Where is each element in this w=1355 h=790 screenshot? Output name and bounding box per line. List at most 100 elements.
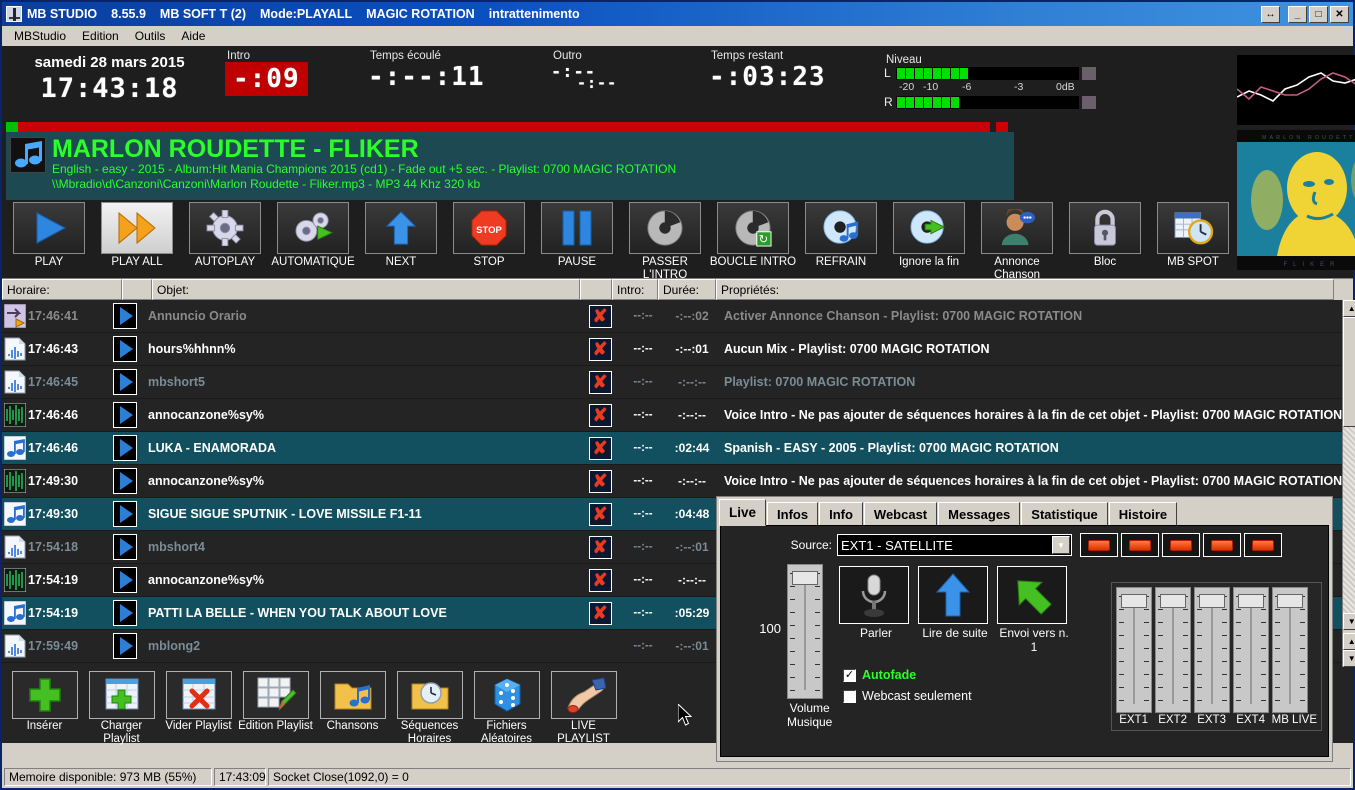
minimize-button[interactable]: _ xyxy=(1288,5,1307,23)
led-button-2[interactable] xyxy=(1121,533,1159,557)
row-delete-button[interactable]: ✘ xyxy=(578,370,622,394)
row-delete-button[interactable]: ✘ xyxy=(578,535,622,559)
ignore-fin-button[interactable]: Ignore la fin xyxy=(885,202,973,269)
table-row[interactable]: 17:46:41 Annuncio Orario ✘ --:-- -:--:02 Acti… xyxy=(2,300,1343,333)
play-button[interactable]: PLAY xyxy=(5,202,93,269)
menu-item-mbstudio[interactable]: MBStudio xyxy=(6,27,74,45)
row-delete-button[interactable]: ✘ xyxy=(578,601,622,625)
row-delete-button[interactable]: ✘ xyxy=(578,502,622,526)
row-play-button[interactable] xyxy=(102,402,148,428)
menu-item-outils[interactable]: Outils xyxy=(127,27,174,45)
row-delete-button[interactable]: ✘ xyxy=(578,568,622,592)
led-button-5[interactable] xyxy=(1244,533,1282,557)
passer-intro-button[interactable]: PASSER L'INTRO xyxy=(621,202,709,282)
column-horaire[interactable]: Horaire: xyxy=(2,279,122,300)
inserer-button[interactable]: Insérer xyxy=(6,671,83,743)
pause-button[interactable]: PAUSE xyxy=(533,202,621,269)
ext-fader-ext2[interactable]: EXT2 xyxy=(1154,587,1191,726)
table-row[interactable]: 17:46:46 LUKA - ENAMORADA ✘ --:--:02:44 Span… xyxy=(2,432,1343,465)
row-delete-button[interactable]: ✘ xyxy=(578,436,622,460)
scroll-page-down-button[interactable]: ▼ xyxy=(1343,650,1355,667)
chansons-button[interactable]: Chansons xyxy=(314,671,391,743)
tab-messages[interactable]: Messages xyxy=(938,502,1021,526)
row-delete-button[interactable]: ✘ xyxy=(578,469,622,493)
row-play-button[interactable] xyxy=(102,369,148,395)
row-play-button[interactable] xyxy=(102,633,148,659)
autofade-checkbox[interactable]: ✓ xyxy=(843,668,856,682)
fichiers-aleatoires-button[interactable]: Fichiers Aléatoires xyxy=(468,671,545,745)
fader-track[interactable] xyxy=(1154,587,1191,714)
column-intro[interactable]: Intro: xyxy=(612,279,658,300)
scroll-down-button[interactable]: ▼ xyxy=(1343,613,1355,630)
tab-webcast[interactable]: Webcast xyxy=(863,502,938,526)
webcast-checkbox[interactable] xyxy=(843,689,856,703)
tab-statistique[interactable]: Statistique xyxy=(1021,502,1108,526)
column-proprietes[interactable]: Propriétés: xyxy=(716,279,1334,300)
autofade-checkbox-row[interactable]: ✓ Autofade xyxy=(843,668,972,682)
row-play-button[interactable] xyxy=(102,600,148,626)
table-row[interactable]: 17:46:46 annocanzone%sy% ✘ --:-- -:--:-- Voic… xyxy=(2,399,1343,432)
row-play-button[interactable] xyxy=(102,567,148,593)
bloc-button[interactable]: Bloc xyxy=(1061,202,1149,269)
autoplay-button[interactable]: AUTOPLAY xyxy=(181,202,269,269)
tab-infos[interactable]: Infos xyxy=(767,502,819,526)
play-all-button[interactable]: PLAY ALL xyxy=(93,202,181,269)
live-playlist-button[interactable]: LIVE PLAYLIST xyxy=(545,671,622,745)
refrain-button[interactable]: REFRAIN xyxy=(797,202,885,269)
parler-button[interactable]: Parler xyxy=(839,566,913,654)
fader-knob[interactable] xyxy=(1120,594,1147,608)
volume-fader-knob[interactable] xyxy=(792,571,818,585)
row-play-button[interactable] xyxy=(102,501,148,527)
fader-knob[interactable] xyxy=(1237,594,1264,608)
fader-track[interactable] xyxy=(1115,587,1152,714)
row-play-button[interactable] xyxy=(102,468,148,494)
table-row[interactable]: 17:46:45 mbshort5 ✘ --:-- -:--:-- Playlist: 0… xyxy=(2,366,1343,399)
next-button[interactable]: NEXT xyxy=(357,202,445,269)
scroll-page-up-button[interactable]: ▲ xyxy=(1343,633,1355,650)
tab-info[interactable]: Info xyxy=(819,502,863,526)
stop-button[interactable]: STOP STOP xyxy=(445,202,533,269)
fader-track[interactable] xyxy=(1193,587,1230,714)
edition-playlist-button[interactable]: Edition Playlist xyxy=(237,671,314,743)
led-button-3[interactable] xyxy=(1162,533,1200,557)
row-play-button[interactable] xyxy=(102,303,148,329)
led-button-4[interactable] xyxy=(1203,533,1241,557)
menu-item-edition[interactable]: Edition xyxy=(74,27,127,45)
column-objet[interactable]: Objet: xyxy=(152,279,580,300)
column-duree[interactable]: Durée: xyxy=(658,279,716,300)
column-blank-2[interactable] xyxy=(580,279,612,300)
tab-live[interactable]: Live xyxy=(719,499,767,526)
webcast-checkbox-row[interactable]: Webcast seulement xyxy=(843,689,972,703)
close-button[interactable]: ✕ xyxy=(1330,5,1349,23)
automatique-button[interactable]: AUTOMATIQUE xyxy=(269,202,357,269)
row-play-button[interactable] xyxy=(102,435,148,461)
menu-item-aide[interactable]: Aide xyxy=(173,27,213,45)
playback-progress[interactable] xyxy=(6,122,1008,132)
fader-knob[interactable] xyxy=(1276,594,1303,608)
column-blank-1[interactable] xyxy=(122,279,152,300)
charger-playlist-button[interactable]: Charger Playlist xyxy=(83,671,160,745)
fader-knob[interactable] xyxy=(1159,594,1186,608)
source-select[interactable]: EXT1 - SATELLITE ▼ xyxy=(837,534,1072,556)
mb-spot-button[interactable]: MB SPOT xyxy=(1149,202,1237,269)
fader-track[interactable] xyxy=(1232,587,1269,714)
resize-button[interactable]: ↔ xyxy=(1261,5,1280,23)
scroll-up-button[interactable]: ▲ xyxy=(1343,300,1355,317)
ext-fader-ext3[interactable]: EXT3 xyxy=(1193,587,1230,726)
row-delete-button[interactable]: ✘ xyxy=(578,403,622,427)
led-button-1[interactable] xyxy=(1080,533,1118,557)
ext-fader-mb-live[interactable]: MB LIVE xyxy=(1271,587,1317,726)
scroll-track[interactable] xyxy=(1343,427,1355,613)
annonce-chanson-button[interactable]: Annonce Chanson xyxy=(973,202,1061,282)
fader-track[interactable] xyxy=(1271,587,1308,714)
ext-fader-ext4[interactable]: EXT4 xyxy=(1232,587,1269,726)
scroll-thumb[interactable] xyxy=(1343,317,1355,427)
vider-playlist-button[interactable]: Vider Playlist xyxy=(160,671,237,743)
row-delete-button[interactable]: ✘ xyxy=(578,337,622,361)
boucle-intro-button[interactable]: ↻ BOUCLE INTRO xyxy=(709,202,797,269)
sequences-horaires-button[interactable]: Séquences Horaires xyxy=(391,671,468,745)
table-row[interactable]: 17:46:43 hours%hhnn% ✘ --:-- -:--:01 Aucun Mi… xyxy=(2,333,1343,366)
ext-fader-ext1[interactable]: EXT1 xyxy=(1115,587,1152,726)
row-play-button[interactable] xyxy=(102,534,148,560)
playlist-scrollbar[interactable]: ▲ ▼ ▲ ▼ xyxy=(1342,300,1355,667)
